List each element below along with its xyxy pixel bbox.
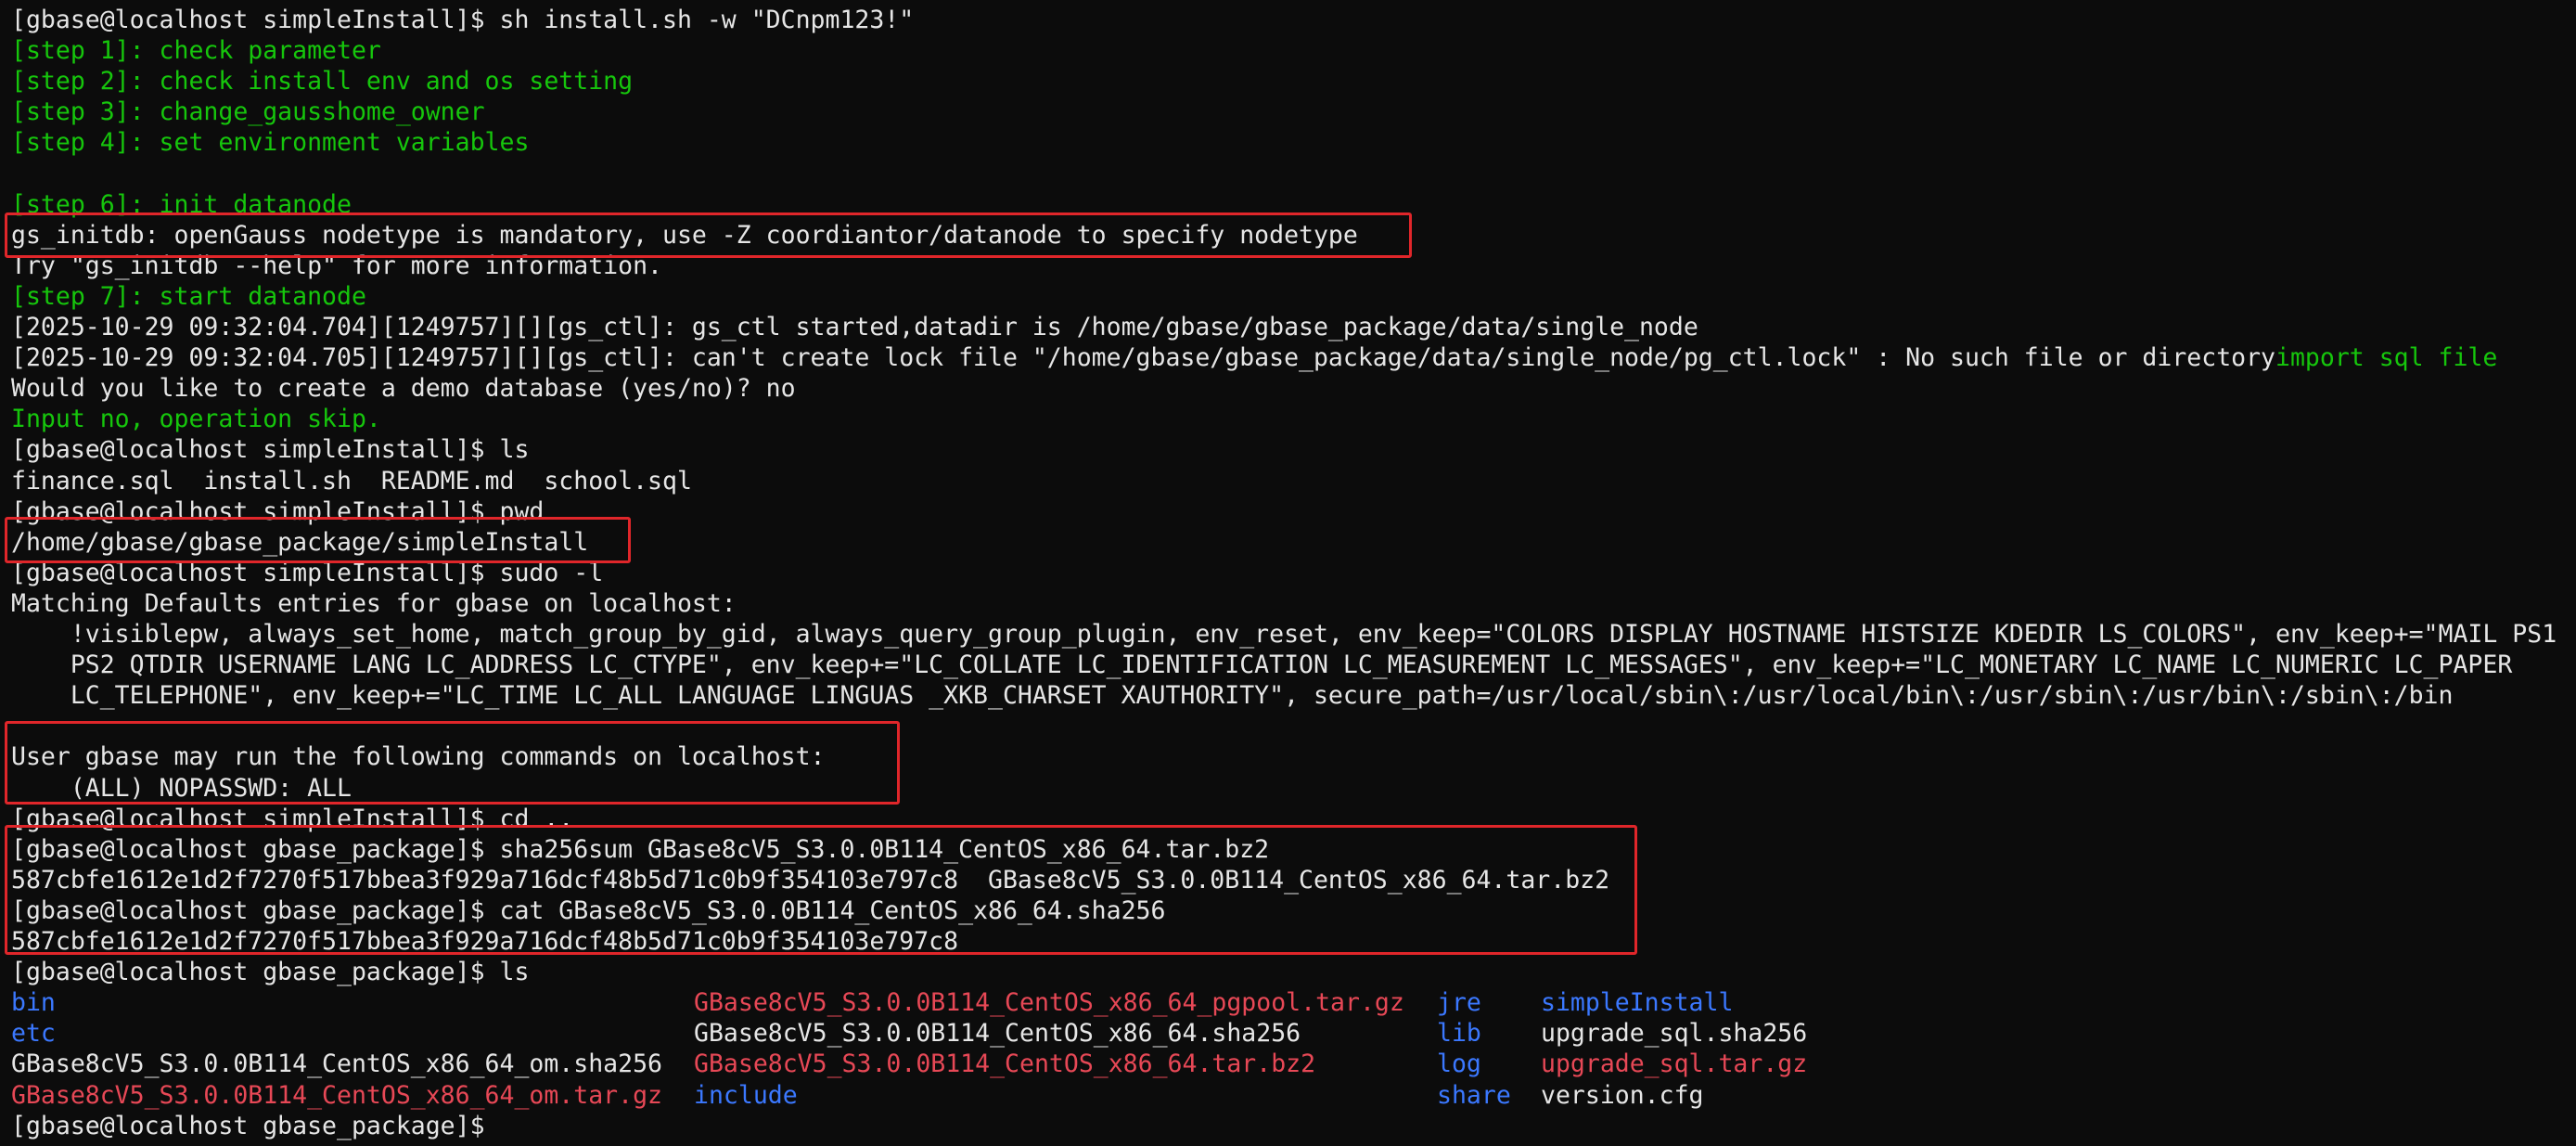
terminal-line-text: User gbase may run the following command… [11, 742, 826, 772]
terminal-line: [gbase@localhost simpleInstall]$ ls [11, 434, 529, 465]
terminal-line: Input no, operation skip. [11, 404, 381, 434]
ls-entry: GBase8cV5_S3.0.0B114_CentOS_x86_64.tar.b… [694, 1049, 1316, 1079]
terminal-line-text: finance.sql install.sh README.md school.… [11, 466, 692, 496]
terminal-line-text: !visiblepw, always_set_home, match_group… [11, 620, 2557, 649]
terminal-line-text: Matching Defaults entries for gbase on l… [11, 588, 737, 618]
ls-entry: share [1437, 1080, 1511, 1110]
terminal-line: Would you like to create a demo database… [11, 373, 796, 404]
terminal-line-text: [gbase@localhost simpleInstall]$ ls [11, 435, 530, 465]
terminal-line-text: (ALL) NOPASSWD: ALL [11, 773, 352, 803]
terminal-line-text: [step 1]: check parameter [11, 36, 381, 66]
terminal-line: [gbase@localhost simpleInstall]$ sh inst… [11, 5, 914, 35]
terminal-line-text: [gbase@localhost simpleInstall]$ sudo -l [11, 558, 604, 587]
ls-entry: log [1437, 1049, 1481, 1079]
terminal-line: 587cbfe1612e1d2f7270f517bbea3f929a716dcf… [11, 926, 958, 957]
terminal-line: [step 2]: check install env and os setti… [11, 66, 633, 97]
terminal-line: [gbase@localhost gbase_package]$ cat GBa… [11, 895, 1165, 926]
terminal-line: 587cbfe1612e1d2f7270f517bbea3f929a716dcf… [11, 865, 1609, 895]
terminal-line-text: Input no, operation skip. [11, 405, 381, 434]
terminal-line: [step 4]: set environment variables [11, 127, 529, 158]
terminal-line: PS2 QTDIR USERNAME LANG LC_ADDRESS LC_CT… [11, 650, 2512, 680]
terminal-line-text: PS2 QTDIR USERNAME LANG LC_ADDRESS LC_CT… [11, 650, 2513, 680]
terminal-line-text: [gbase@localhost gbase_package]$ sha256s… [11, 834, 1270, 864]
ls-entry: version.cfg [1541, 1080, 1704, 1110]
terminal-line-text: /home/gbase/gbase_package/simpleInstall [11, 527, 589, 557]
terminal-line: LC_TELEPHONE", env_keep+="LC_TIME LC_ALL… [11, 680, 2454, 711]
terminal-line-text: [step 2]: check install env and os setti… [11, 67, 634, 97]
ls-entry: upgrade_sql.tar.gz [1541, 1049, 1808, 1079]
terminal-line: gs_initdb: openGauss nodetype is mandato… [11, 220, 1358, 251]
terminal-line: [2025-10-29 09:32:04.704][1249757][][gs_… [11, 312, 1698, 342]
ls-entry: jre [1437, 988, 1481, 1018]
terminal-line: [step 7]: start datanode [11, 281, 366, 312]
terminal-line: [2025-10-29 09:32:04.705][1249757][][gs_… [11, 342, 2497, 373]
terminal-line-text: [step 7]: start datanode [11, 281, 366, 311]
terminal-line: [gbase@localhost simpleInstall]$ cd .. [11, 804, 573, 834]
terminal-line: (ALL) NOPASSWD: ALL [11, 773, 352, 804]
terminal-window[interactable]: [gbase@localhost simpleInstall]$ sh inst… [0, 0, 2576, 1146]
terminal-line: User gbase may run the following command… [11, 741, 826, 772]
terminal-line-text: [gbase@localhost simpleInstall]$ cd .. [11, 804, 574, 833]
terminal-line: Matching Defaults entries for gbase on l… [11, 588, 737, 619]
ls-entry: bin [11, 988, 56, 1018]
ls-entry: simpleInstall [1541, 988, 1734, 1018]
ls-entry: GBase8cV5_S3.0.0B114_CentOS_x86_64_om.ta… [11, 1080, 662, 1110]
terminal-line: [gbase@localhost gbase_package]$ sha256s… [11, 834, 1269, 865]
ls-entry: lib [1437, 1019, 1481, 1049]
terminal-line: [gbase@localhost simpleInstall]$ pwd [11, 496, 544, 527]
terminal-line-text: 587cbfe1612e1d2f7270f517bbea3f929a716dcf… [11, 927, 959, 956]
terminal-line-text: [gbase@localhost gbase_package]$ ls [11, 958, 530, 987]
terminal-line: finance.sql install.sh README.md school.… [11, 466, 692, 496]
terminal-line-text: [2025-10-29 09:32:04.704][1249757][][gs_… [11, 313, 1698, 341]
terminal-line: Try "gs_initdb --help" for more informat… [11, 251, 662, 281]
terminal-line: [step 3]: change_gausshome_owner [11, 97, 485, 127]
terminal-line: [step 1]: check parameter [11, 35, 381, 66]
terminal-line: [gbase@localhost gbase_package]$ ls [11, 957, 529, 987]
ls-entry: GBase8cV5_S3.0.0B114_CentOS_x86_64.sha25… [694, 1019, 1301, 1049]
terminal-line: [gbase@localhost simpleInstall]$ sudo -l [11, 558, 603, 588]
terminal-line-text: 587cbfe1612e1d2f7270f517bbea3f929a716dcf… [11, 865, 1610, 895]
terminal-line: !visiblepw, always_set_home, match_group… [11, 619, 2557, 650]
terminal-line: [step 6]: init datanode [11, 189, 352, 220]
terminal-line-text: [gbase@localhost gbase_package]$ cat GBa… [11, 895, 1166, 925]
terminal-line-suffix: import sql file [2275, 343, 2498, 373]
terminal-line-text: [gbase@localhost simpleInstall]$ pwd [11, 496, 545, 526]
terminal-line-text: [2025-10-29 09:32:04.705][1249757][][gs_… [11, 343, 2276, 373]
terminal-line-text: Would you like to create a demo database… [11, 374, 796, 404]
terminal-line-text: [step 6]: init datanode [11, 189, 352, 219]
terminal-line-text: [step 4]: set environment variables [11, 128, 530, 158]
shell-prompt[interactable]: [gbase@localhost gbase_package]$ [11, 1111, 500, 1141]
terminal-line: /home/gbase/gbase_package/simpleInstall [11, 527, 588, 558]
terminal-line-text: gs_initdb: openGauss nodetype is mandato… [11, 220, 1358, 250]
terminal-line-text: [gbase@localhost simpleInstall]$ sh inst… [11, 6, 915, 34]
ls-entry: include [694, 1080, 798, 1110]
ls-entry: GBase8cV5_S3.0.0B114_CentOS_x86_64_pgpoo… [694, 988, 1404, 1018]
terminal-line-text: LC_TELEPHONE", env_keep+="LC_TIME LC_ALL… [11, 681, 2454, 711]
terminal-line-text: [step 3]: change_gausshome_owner [11, 97, 485, 127]
ls-entry: etc [11, 1019, 56, 1049]
prompt-text: [gbase@localhost gbase_package]$ [11, 1111, 500, 1140]
terminal-line-text: Try "gs_initdb --help" for more informat… [11, 251, 662, 280]
ls-entry: upgrade_sql.sha256 [1541, 1019, 1808, 1049]
ls-entry: GBase8cV5_S3.0.0B114_CentOS_x86_64_om.sh… [11, 1049, 662, 1079]
